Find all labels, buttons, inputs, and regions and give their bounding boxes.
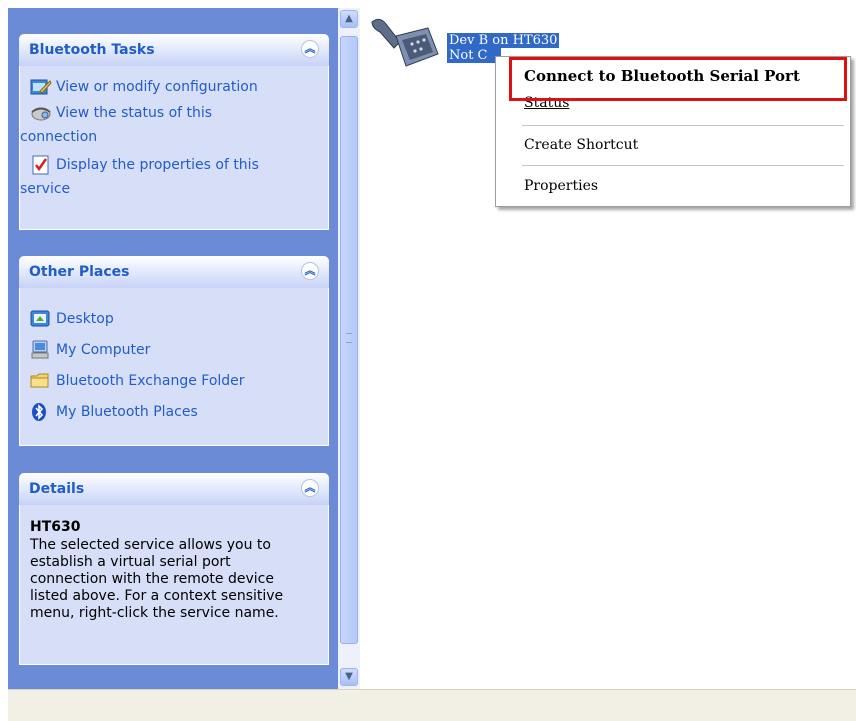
- details-panel: Details ︽ HT630 The selected service all…: [19, 473, 329, 665]
- menu-separator: [522, 125, 844, 126]
- configure-icon: [30, 77, 52, 97]
- task-pane: Bluetooth Tasks ︽ View or modify configu…: [8, 8, 338, 689]
- scrollbar-grip: [346, 333, 352, 343]
- status-icon: [30, 103, 52, 123]
- item-name-label[interactable]: Dev B on HT630: [447, 33, 560, 48]
- details-device-name: HT630: [30, 519, 81, 535]
- task-pane-scrollbar[interactable]: ▲ ▼: [338, 8, 360, 689]
- details-description: The selected service allows you to estab…: [30, 537, 283, 622]
- menu-separator: [522, 165, 844, 166]
- bluetooth-tasks-header[interactable]: Bluetooth Tasks ︽: [19, 34, 329, 66]
- details-title: Details: [29, 481, 85, 497]
- other-places-body: Desktop My Computer Bluetooth Exchange F…: [19, 288, 329, 446]
- collapse-chevron-icon[interactable]: ︽: [301, 40, 319, 58]
- desktop-icon: [30, 309, 52, 329]
- task-label-continuation[interactable]: connection: [20, 129, 97, 145]
- scroll-up-arrow-icon[interactable]: ▲: [340, 10, 358, 28]
- bluetooth-icon: [30, 402, 52, 422]
- scrollbar-thumb[interactable]: [340, 36, 358, 644]
- place-bluetooth-exchange-folder[interactable]: Bluetooth Exchange Folder: [30, 368, 245, 394]
- place-label: Desktop: [56, 311, 114, 327]
- task-label-continuation[interactable]: service: [20, 181, 70, 197]
- place-label: My Computer: [56, 342, 151, 358]
- status-bar: [8, 689, 856, 721]
- collapse-chevron-icon[interactable]: ︽: [301, 479, 319, 497]
- bluetooth-tasks-body: View or modify configuration View the st…: [19, 66, 329, 230]
- task-view-status[interactable]: View the status of this: [30, 100, 212, 126]
- task-display-properties[interactable]: Display the properties of this: [30, 152, 259, 178]
- details-description-line: menu, right-click the service name.: [30, 605, 279, 621]
- details-description-line: establish a virtual serial port: [30, 554, 231, 570]
- place-label: My Bluetooth Places: [56, 404, 198, 420]
- menu-item-create-shortcut[interactable]: Create Shortcut: [524, 137, 638, 153]
- folder-icon: [30, 371, 52, 391]
- serial-port-item[interactable]: [366, 14, 444, 80]
- task-view-modify-configuration[interactable]: View or modify configuration: [30, 74, 258, 100]
- my-computer-icon: [30, 340, 52, 360]
- scroll-down-arrow-icon[interactable]: ▼: [340, 668, 358, 686]
- task-label: Display the properties of this: [56, 157, 259, 173]
- task-label: View or modify configuration: [56, 79, 258, 95]
- details-description-line: listed above. For a context sensitive: [30, 588, 284, 604]
- serial-port-icon: [371, 18, 439, 67]
- task-label: View the status of this: [56, 105, 213, 121]
- item-status-label: Not C: [447, 48, 501, 63]
- details-header[interactable]: Details ︽: [19, 473, 329, 505]
- properties-icon: [30, 155, 52, 175]
- context-menu: Connect to Bluetooth Serial Port Status …: [495, 56, 851, 207]
- place-my-computer[interactable]: My Computer: [30, 337, 150, 363]
- menu-item-connect[interactable]: Connect to Bluetooth Serial Port: [524, 67, 800, 85]
- bluetooth-tasks-title: Bluetooth Tasks: [29, 42, 155, 58]
- details-description-line: connection with the remote device: [30, 571, 274, 587]
- collapse-chevron-icon[interactable]: ︽: [301, 262, 319, 280]
- other-places-title: Other Places: [29, 264, 130, 280]
- place-desktop[interactable]: Desktop: [30, 306, 114, 332]
- other-places-header[interactable]: Other Places ︽: [19, 256, 329, 288]
- other-places-panel: Other Places ︽ Desktop My Computer Bluet…: [19, 256, 329, 446]
- details-description-line: The selected service allows you to: [30, 537, 271, 553]
- details-body: HT630 The selected service allows you to…: [19, 505, 329, 665]
- bluetooth-tasks-panel: Bluetooth Tasks ︽ View or modify configu…: [19, 34, 329, 230]
- place-label: Bluetooth Exchange Folder: [56, 373, 245, 389]
- window-left-edge: [0, 0, 8, 720]
- menu-item-properties[interactable]: Properties: [524, 178, 598, 194]
- menu-item-status[interactable]: Status: [524, 95, 569, 111]
- place-my-bluetooth-places[interactable]: My Bluetooth Places: [30, 399, 198, 425]
